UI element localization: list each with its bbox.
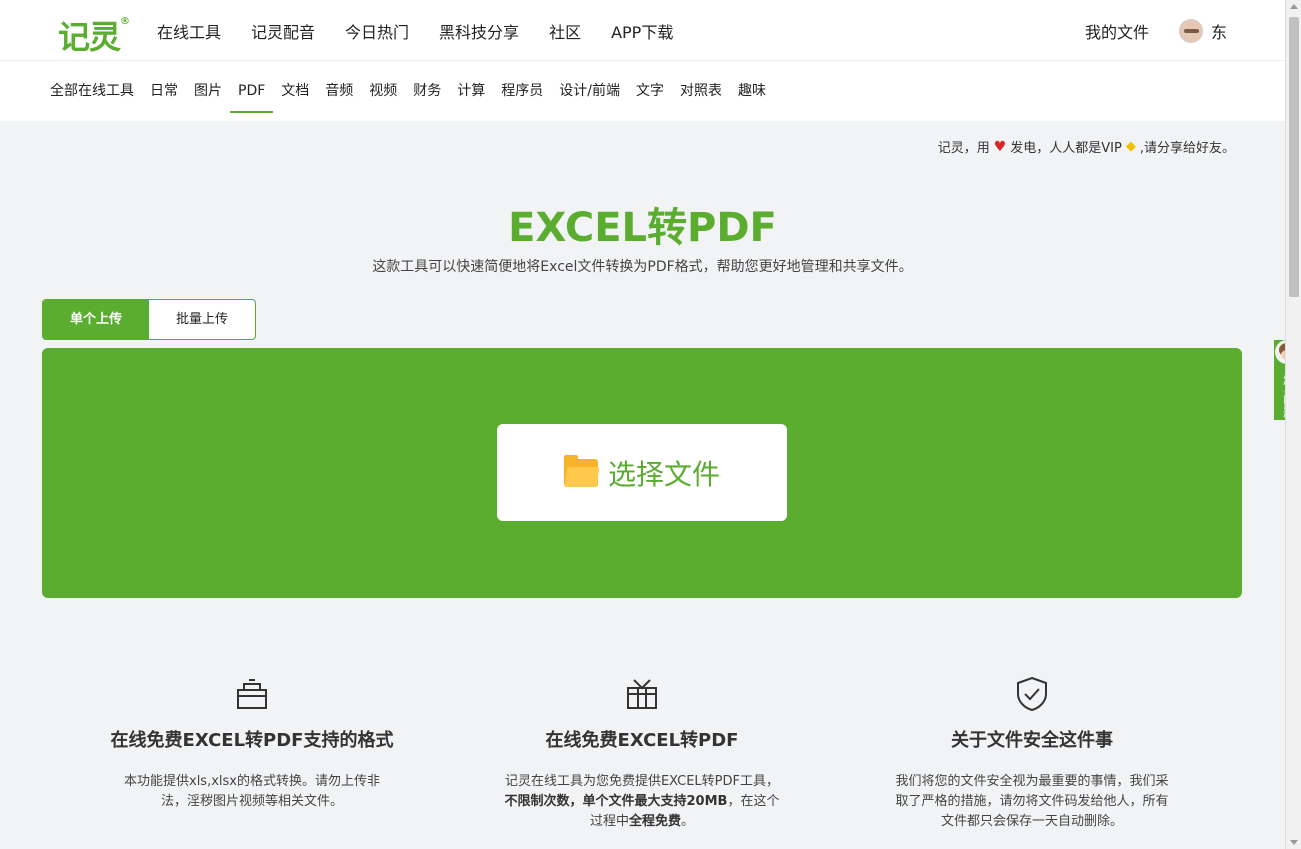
category-finance[interactable]: 财务 — [413, 61, 441, 121]
feature-title: 在线免费EXCEL转PDF — [545, 730, 739, 751]
category-video[interactable]: 视频 — [369, 61, 397, 121]
box-icon — [237, 679, 267, 709]
avatar[interactable] — [1178, 18, 1203, 43]
scroll-down-arrow-icon[interactable] — [1290, 840, 1298, 845]
user-nav: 我的文件 东 — [1085, 0, 1227, 61]
scrollbar[interactable] — [1285, 0, 1301, 849]
feature-text: 记灵在线工具为您免费提供EXCEL转PDF工具， 不限制次数，单个文件最大支持20… — [492, 772, 792, 832]
notice-text-1: 记灵，用 — [937, 141, 990, 156]
top-header: 记灵® 在线工具 记灵配音 今日热门 黑科技分享 社区 APP下载 我的文件 东 — [0, 0, 1285, 61]
feature-text-emphasis: 不限制次数，单个文件最大支持20MB — [504, 794, 728, 809]
nav-tech-share[interactable]: 黑科技分享 — [439, 19, 519, 43]
category-bar: 全部在线工具 日常 图片 PDF 文档 音频 视频 财务 计算 程序员 设计/前… — [0, 61, 1285, 121]
category-list: 全部在线工具 日常 图片 PDF 文档 音频 视频 财务 计算 程序员 设计/前… — [50, 61, 782, 121]
shield-check-icon — [1017, 676, 1047, 712]
feature-text: 本功能提供xls,xlsx的格式转换。请勿上传非法，淫秽图片视频等相关文件。 — [124, 774, 380, 809]
feature-title: 在线免费EXCEL转PDF支持的格式 — [110, 730, 394, 751]
logo[interactable]: 记灵® — [58, 12, 130, 58]
feature-text-part: 记灵在线工具为您免费提供EXCEL转PDF工具， — [504, 774, 780, 789]
my-files-link[interactable]: 我的文件 — [1085, 19, 1149, 43]
category-text[interactable]: 文字 — [636, 61, 664, 121]
category-calculate[interactable]: 计算 — [457, 61, 485, 121]
logo-registered-mark: ® — [120, 16, 130, 28]
logo-text: 记灵 — [58, 18, 121, 56]
feature-title: 关于文件安全这件事 — [951, 730, 1113, 751]
category-image[interactable]: 图片 — [194, 61, 222, 121]
feature-text: 我们将您的文件安全视为最重要的事情，我们采取了严格的措施，请勿将文件码发给他人，… — [895, 774, 1169, 829]
page-subtitle: 这款工具可以快速简便地将Excel文件转换为PDF格式，帮助您更好地管理和共享文… — [372, 259, 913, 275]
vip-notice: 记灵，用 ♥ 发电，人人都是VIP ◆ ,请分享给好友。 — [937, 137, 1235, 157]
category-programmer[interactable]: 程序员 — [501, 61, 543, 121]
scroll-up-arrow-icon[interactable] — [1290, 4, 1298, 9]
scrollbar-thumb[interactable] — [1289, 17, 1299, 297]
notice-text-3: ,请分享给好友。 — [1139, 141, 1235, 156]
nav-today-hot[interactable]: 今日热门 — [345, 19, 409, 43]
category-design-frontend[interactable]: 设计/前端 — [559, 61, 620, 121]
tab-batch-upload[interactable]: 批量上传 — [149, 300, 255, 339]
page-title: EXCEL转PDF — [508, 205, 777, 251]
feature-security: 关于文件安全这件事 我们将您的文件安全视为最重要的事情，我们采取了严格的措施，请… — [882, 674, 1182, 832]
heart-icon: ♥ — [993, 138, 1007, 155]
feature-formats: 在线免费EXCEL转PDF支持的格式 本功能提供xls,xlsx的格式转换。请勿… — [102, 674, 402, 812]
category-all-tools[interactable]: 全部在线工具 — [50, 61, 134, 121]
choose-file-label: 选择文件 — [607, 457, 720, 491]
category-audio[interactable]: 音频 — [325, 61, 353, 121]
feature-free: 在线免费EXCEL转PDF 记灵在线工具为您免费提供EXCEL转PDF工具， 不限… — [492, 674, 792, 832]
folder-icon — [563, 454, 600, 487]
nav-community[interactable]: 社区 — [549, 19, 581, 43]
nav-dubbing[interactable]: 记灵配音 — [251, 19, 315, 43]
page: 记灵® 在线工具 记灵配音 今日热门 黑科技分享 社区 APP下载 我的文件 东… — [0, 0, 1285, 849]
nav-online-tools[interactable]: 在线工具 — [157, 19, 221, 43]
upload-mode-tabs: 单个上传 批量上传 — [42, 299, 256, 340]
gift-icon — [627, 679, 657, 709]
main-nav: 在线工具 记灵配音 今日热门 黑科技分享 社区 APP下载 — [157, 0, 703, 61]
category-daily[interactable]: 日常 — [150, 61, 178, 121]
feature-text-part: 。 — [681, 814, 695, 829]
category-fun[interactable]: 趣味 — [738, 61, 766, 121]
nav-app-download[interactable]: APP下载 — [611, 19, 673, 43]
features-section: 在线免费EXCEL转PDF支持的格式 本功能提供xls,xlsx的格式转换。请勿… — [0, 670, 1285, 849]
username[interactable]: 东 — [1211, 19, 1227, 43]
tab-single-upload[interactable]: 单个上传 — [43, 300, 149, 339]
choose-file-button[interactable]: 选择文件 — [497, 424, 787, 521]
category-document[interactable]: 文档 — [281, 61, 309, 121]
category-reference-table[interactable]: 对照表 — [680, 61, 722, 121]
upload-drop-area[interactable]: 选择文件 — [42, 348, 1242, 598]
category-pdf[interactable]: PDF — [229, 61, 274, 121]
diamond-icon: ◆ — [1125, 139, 1136, 154]
notice-text-2: 发电，人人都是VIP — [1010, 141, 1122, 156]
feature-text-emphasis: 全程免费 — [628, 814, 681, 829]
